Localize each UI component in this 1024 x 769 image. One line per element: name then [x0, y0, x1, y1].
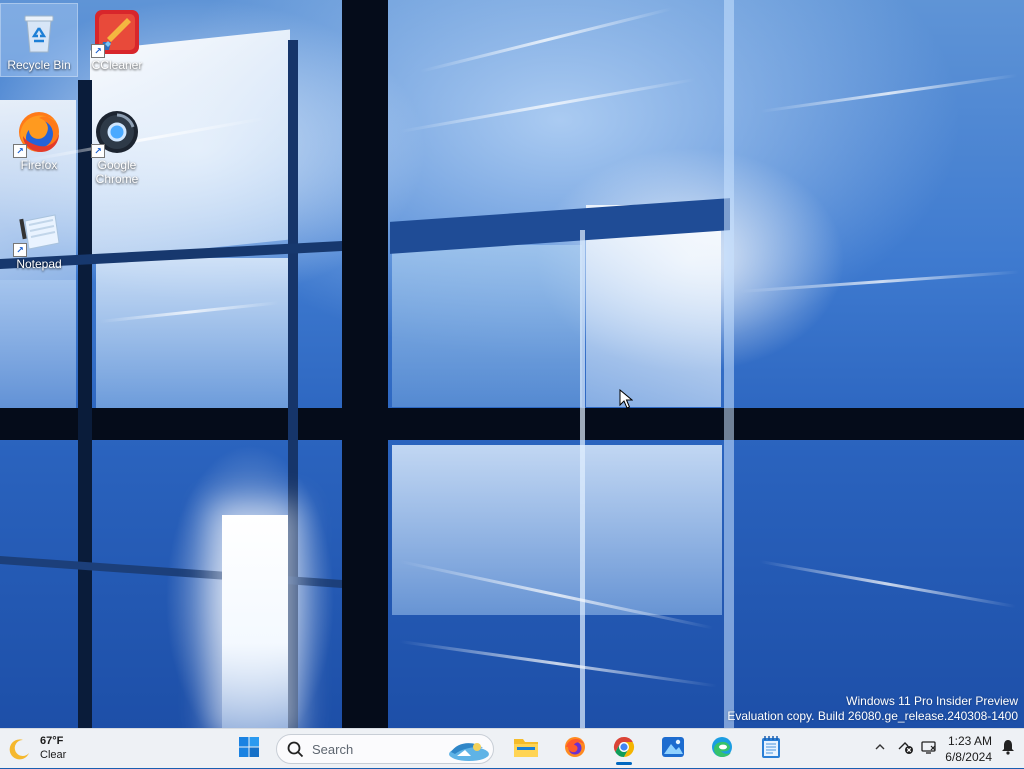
file-explorer-icon: [513, 735, 539, 764]
windows-start-icon: [238, 736, 260, 763]
chevron-up-icon: [874, 741, 886, 756]
window-pane-light: [392, 445, 722, 615]
window-pane-light: [96, 258, 288, 408]
window-frame-vertical: [342, 0, 388, 728]
desktop-icon-label: Google Chrome: [95, 158, 139, 186]
taskbar-app-photos[interactable]: [654, 732, 692, 766]
network-disconnected-icon: [897, 739, 915, 758]
weather-temperature: 67°F: [40, 735, 64, 747]
taskbar-search-box[interactable]: Search: [276, 734, 494, 764]
network-status-button[interactable]: [896, 738, 916, 758]
bright-window-light: [222, 515, 288, 728]
photos-icon: [661, 735, 685, 764]
desktop-icon-recycle-bin[interactable]: Recycle Bin: [0, 3, 78, 77]
window-mullion-light: [580, 230, 585, 728]
desktop-icon-label: CCleaner: [91, 58, 143, 72]
taskbar: 67°F Clear Search 1:23 AM 6/8/2024: [0, 728, 1024, 768]
chrome-icon: ↗: [91, 108, 141, 158]
mouse-cursor: [619, 388, 634, 414]
moon-icon: [8, 737, 32, 766]
notepad-icon: [760, 735, 782, 764]
desktop-icon-firefox[interactable]: ↗ Firefox: [1, 104, 77, 172]
light-streak: [739, 270, 1020, 293]
window-mullion: [288, 40, 298, 728]
recycle-bin-icon: [15, 8, 63, 56]
notification-center-button[interactable]: [998, 738, 1018, 758]
shortcut-arrow-icon: ↗: [91, 144, 105, 158]
taskbar-app-microsoft-edge[interactable]: [703, 732, 741, 766]
search-highlight-icon: [443, 738, 491, 767]
ccleaner-icon: ↗: [91, 8, 141, 58]
weather-widget[interactable]: 67°F Clear: [0, 729, 100, 769]
window-frame-horizontal: [0, 408, 1024, 440]
window-pane-light: [392, 245, 582, 407]
show-hidden-icons-button[interactable]: [870, 738, 890, 758]
desktop-icon-ccleaner[interactable]: ↗ CCleaner: [79, 4, 155, 72]
taskbar-app-notepad[interactable]: [752, 732, 790, 766]
light-streak: [759, 73, 1018, 113]
clock-date: 6/8/2024: [945, 750, 992, 764]
app-running-indicator: [616, 762, 632, 765]
desktop-icon-label: Notepad: [16, 257, 62, 271]
weather-condition: Clear: [40, 749, 67, 761]
light-streak: [759, 560, 1017, 609]
shortcut-arrow-icon: ↗: [13, 144, 27, 158]
light-streak: [419, 7, 673, 73]
light-streak: [399, 640, 718, 688]
speaker-icon: [920, 739, 938, 758]
search-placeholder: Search: [312, 742, 354, 757]
clock-time: 1:23 AM: [947, 734, 992, 748]
shortcut-arrow-icon: ↗: [91, 44, 105, 58]
volume-button[interactable]: [919, 738, 939, 758]
notepad-icon: ↗: [13, 207, 63, 257]
firefox-icon: ↗: [13, 108, 63, 158]
taskbar-app-file-explorer[interactable]: [507, 732, 545, 766]
taskbar-app-google-chrome[interactable]: [605, 732, 643, 766]
taskbar-clock[interactable]: 1:23 AM 6/8/2024: [945, 733, 992, 765]
chrome-icon: [612, 735, 636, 764]
search-icon: [287, 741, 304, 763]
taskbar-app-firefox[interactable]: [556, 732, 594, 766]
desktop-icon-google-chrome[interactable]: ↗ Google Chrome: [79, 104, 155, 186]
light-streak: [399, 77, 696, 133]
edge-icon: [710, 735, 734, 764]
watermark-line-2: Evaluation copy. Build 26080.ge_release.…: [727, 709, 1018, 723]
window-pane-light: [0, 280, 76, 408]
desktop-icon-notepad[interactable]: ↗ Notepad: [1, 203, 77, 271]
desktop-icon-label: Firefox: [20, 158, 58, 172]
shortcut-arrow-icon: ↗: [13, 243, 27, 257]
watermark-line-1: Windows 11 Pro Insider Preview: [846, 694, 1018, 708]
window-mullion-light: [724, 0, 734, 728]
firefox-icon: [563, 735, 587, 764]
desktop-icon-label: Recycle Bin: [7, 58, 71, 72]
start-button[interactable]: [230, 732, 268, 766]
notification-bell-icon: [1001, 739, 1015, 758]
build-watermark: Windows 11 Pro Insider Preview Evaluatio…: [727, 694, 1018, 724]
